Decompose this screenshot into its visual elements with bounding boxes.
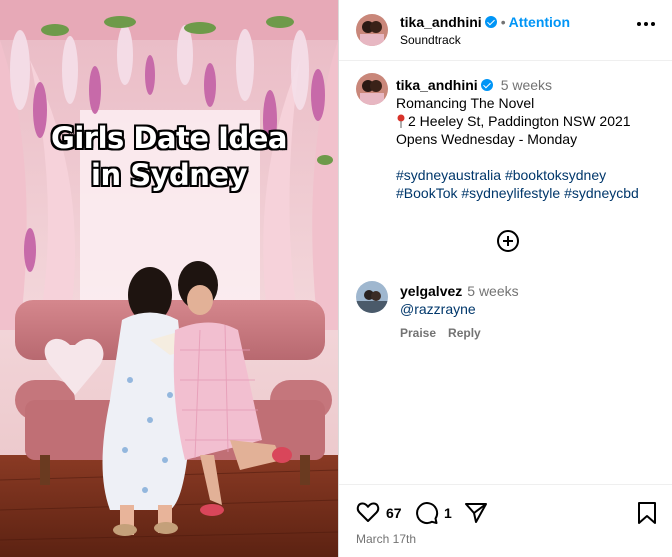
heart-icon[interactable] (356, 501, 380, 523)
comment-text[interactable]: @razzrayne (400, 300, 519, 318)
caption-header: tika_andhini 5 weeks (396, 76, 666, 94)
caption-hashtags-2[interactable]: #BookTok #sydneylifestyle #sydneycbd (396, 184, 666, 202)
post-header: tika_andhini • Attention Soundtrack (339, 0, 672, 61)
overlay-text-line2: in Sydney (91, 158, 247, 192)
bookmark-icon[interactable] (637, 501, 657, 525)
post-date[interactable]: March 17th (356, 532, 416, 546)
action-bar: 67 1 March 17th (339, 484, 672, 557)
caption-line-2: 2 Heeley St, Paddington NSW 2021 (396, 112, 666, 130)
plus-circle-icon[interactable] (497, 230, 519, 252)
like-count[interactable]: 67 (386, 505, 402, 521)
overlay-text-line1: Girls Date Idea (51, 121, 287, 155)
caption-author-avatar[interactable] (356, 73, 388, 105)
caption-address: 2 Heeley St, Paddington NSW 2021 (408, 113, 631, 129)
comment-icon[interactable] (415, 501, 439, 525)
comment-body: yelgalvez 5 weeks @razzrayne (400, 282, 519, 318)
caption-line-1: Romancing The Novel (396, 95, 535, 111)
comment-actions: Praise Reply (400, 326, 493, 340)
comment-count[interactable]: 1 (444, 505, 452, 521)
caption-username[interactable]: tika_andhini (396, 77, 478, 93)
author-username[interactable]: tika_andhini (400, 14, 482, 30)
audio-label[interactable]: Soundtrack (400, 33, 461, 47)
reply-button[interactable]: Reply (448, 326, 481, 340)
verified-badge-icon (480, 79, 493, 91)
praise-button[interactable]: Praise (400, 326, 436, 340)
caption-body: tika_andhini 5 weeks Romancing The Novel … (396, 76, 666, 202)
author-line: tika_andhini • Attention (400, 14, 570, 30)
caption-line-3: Opens Wednesday - Monday (396, 131, 578, 147)
separator-dot: • (500, 14, 506, 30)
comment-timestamp[interactable]: 5 weeks (467, 283, 518, 299)
post-photo (0, 0, 338, 557)
follow-button[interactable]: Attention (509, 14, 570, 30)
round-pushpin-icon (397, 114, 405, 128)
caption-hashtags-1[interactable]: #sydneyaustralia #booktoksydney (396, 166, 666, 184)
caption-timestamp[interactable]: 5 weeks (501, 77, 552, 93)
verified-badge-icon (484, 16, 497, 28)
more-options-icon[interactable] (637, 22, 655, 28)
commenter-username[interactable]: yelgalvez (400, 283, 462, 299)
commenter-avatar[interactable] (356, 281, 388, 313)
post-side-panel: tika_andhini • Attention Soundtrack tika_a… (338, 0, 672, 557)
author-avatar[interactable] (356, 14, 388, 46)
post-media[interactable]: Girls Date Idea in Sydney (0, 0, 338, 557)
share-icon[interactable] (464, 501, 488, 525)
